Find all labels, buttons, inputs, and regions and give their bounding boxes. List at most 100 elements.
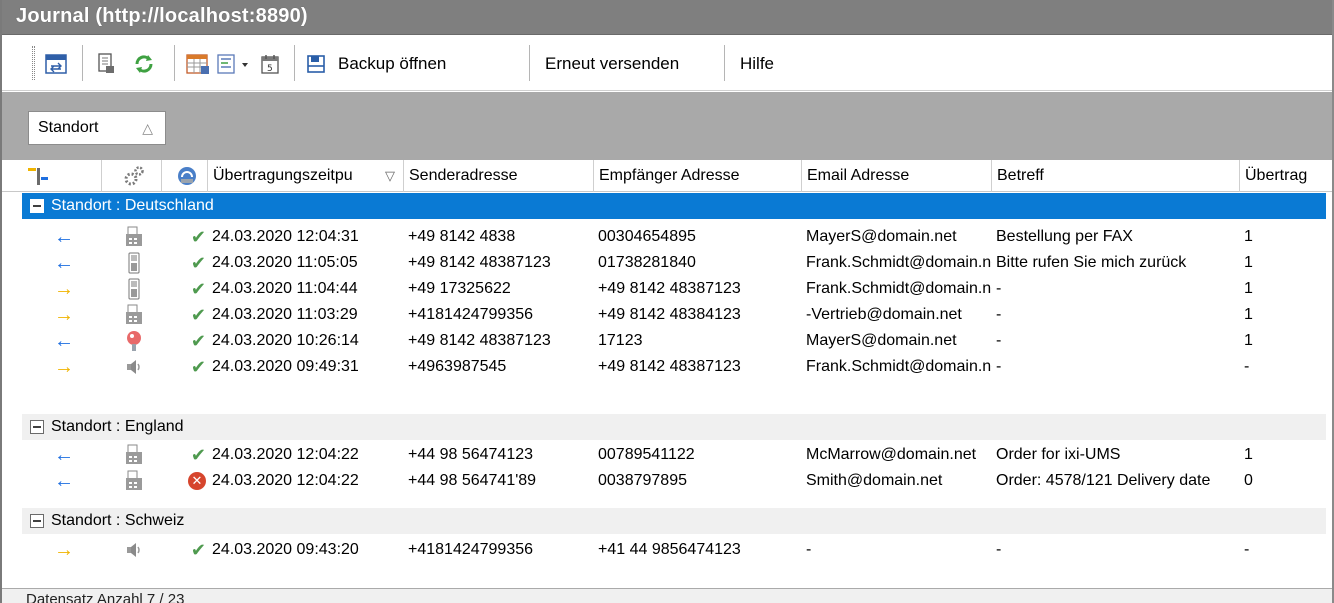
collapse-toggle-icon[interactable] <box>30 514 44 528</box>
group-by-chip-label: Standort <box>38 119 99 136</box>
cell-subject: - <box>996 541 1002 558</box>
cell-email: McMarrow@domain.net <box>806 446 977 463</box>
cell-transfer: - <box>1244 541 1250 558</box>
cell-subject: - <box>996 358 1002 375</box>
success-check-icon: ✔ <box>190 278 206 299</box>
collapse-toggle-icon[interactable] <box>30 199 44 213</box>
sync-icon[interactable] <box>130 48 158 80</box>
toolbar: 5 Backup öffnen Erneut versenden Hilfe <box>2 36 1332 91</box>
incoming-arrow-icon: ← <box>54 329 74 352</box>
calendar-icon[interactable]: 5 <box>256 48 284 80</box>
table-row[interactable]: → ✔ 24.03.2020 09:49:31 +4963987545 +49 8142… <box>22 354 1326 380</box>
table-row[interactable]: → ✔ 24.03.2020 11:04:44 +49 17325622 +49 814… <box>22 276 1326 302</box>
group-row-label: Standort : England <box>51 418 184 435</box>
group-row-label: Standort : Deutschland <box>51 197 214 214</box>
cell-recipient: +41 44 9856474123 <box>598 541 741 558</box>
outgoing-arrow-icon: → <box>54 303 74 326</box>
column-time[interactable]: Übertragungszeitpu ▽ <box>208 160 404 192</box>
column-recipient[interactable]: Empfänger Adresse <box>594 160 802 192</box>
incoming-arrow-icon: ← <box>54 469 74 492</box>
cell-recipient: +49 8142 48387123 <box>598 358 741 375</box>
cell-time: 24.03.2020 12:04:31 <box>212 228 359 245</box>
success-check-icon: ✔ <box>190 226 206 247</box>
cell-transfer: 1 <box>1244 446 1253 463</box>
title-bar: Journal (http://localhost:8890) <box>2 0 1332 35</box>
cell-time: 24.03.2020 12:04:22 <box>212 446 359 463</box>
success-check-icon: ✔ <box>190 330 206 351</box>
column-direction[interactable] <box>22 160 102 192</box>
cell-sender: +4963987545 <box>408 358 507 375</box>
group-row-england[interactable]: Standort : England <box>22 414 1326 440</box>
cell-transfer: 1 <box>1244 280 1253 297</box>
cell-subject: Order for ixi-UMS <box>996 446 1121 463</box>
cell-recipient: 17123 <box>598 332 643 349</box>
incoming-arrow-icon: ← <box>54 251 74 274</box>
sort-descending-icon: ▽ <box>385 168 395 183</box>
cell-recipient: 00304654895 <box>598 228 696 245</box>
cell-sender: +49 17325622 <box>408 280 511 297</box>
table-row[interactable]: ← ✔ 24.03.2020 11:05:05 +49 8142 48387123 01… <box>22 250 1326 276</box>
cell-transfer: 1 <box>1244 254 1253 271</box>
fax-device-icon <box>102 224 162 250</box>
cell-time: 24.03.2020 09:49:31 <box>212 358 359 375</box>
group-row-deutschland[interactable]: Standort : Deutschland <box>22 193 1326 219</box>
speaker-device-icon <box>102 354 162 380</box>
table-row[interactable]: → ✔ 24.03.2020 11:03:29 +4181424799356 +49 8… <box>22 302 1326 328</box>
cell-email: MayerS@domain.net <box>806 332 957 349</box>
cell-sender: +4181424799356 <box>408 306 534 323</box>
cell-time: 24.03.2020 11:05:05 <box>212 254 358 271</box>
window-title: Journal (http://localhost:8890) <box>16 5 308 27</box>
cell-time: 24.03.2020 11:03:29 <box>212 306 358 323</box>
fax-device-icon <box>102 468 162 494</box>
column-transfer[interactable]: Übertrag <box>1240 160 1332 192</box>
table-row[interactable]: ← ✔ 24.03.2020 12:04:22 +44 98 56474123 0078… <box>22 442 1326 468</box>
cell-recipient: 01738281840 <box>598 254 696 271</box>
table-row[interactable]: ← ✔ 24.03.2020 10:26:14 +49 8142 48387123 17… <box>22 328 1326 354</box>
cell-transfer: 1 <box>1244 306 1253 323</box>
cell-email: - <box>806 541 812 558</box>
cell-time: 24.03.2020 12:04:22 <box>212 472 359 489</box>
cell-email: -Vertrieb@domain.net <box>806 306 962 323</box>
table-row[interactable]: → ✔ 24.03.2020 09:43:20 +4181424799356 +41 4… <box>22 537 1326 563</box>
table-row[interactable]: ← ✔ 24.03.2020 12:04:31 +49 8142 4838 003046… <box>22 224 1326 250</box>
cell-transfer: - <box>1244 358 1250 375</box>
cell-subject: Bitte rufen Sie mich zurück <box>996 254 1187 271</box>
cell-subject: Order: 4578/121 Delivery date <box>996 472 1211 489</box>
column-status[interactable] <box>162 160 208 192</box>
cell-recipient: +49 8142 48387123 <box>598 280 741 297</box>
column-email[interactable]: Email Adresse <box>802 160 992 192</box>
backup-open-button[interactable]: Backup öffnen <box>332 48 452 80</box>
help-button[interactable]: Hilfe <box>734 48 780 80</box>
group-by-chip-standort[interactable]: Standort △ <box>28 111 166 145</box>
list-icon[interactable] <box>214 48 256 80</box>
collapse-toggle-icon[interactable] <box>30 420 44 434</box>
incoming-arrow-icon: ← <box>54 443 74 466</box>
group-row-schweiz[interactable]: Standort : Schweiz <box>22 508 1326 534</box>
cell-sender: +44 98 564741'89 <box>408 472 537 489</box>
backup-icon[interactable] <box>302 48 330 80</box>
fax-device-icon <box>102 442 162 468</box>
speaker-device-icon <box>102 537 162 563</box>
mobile-device-icon <box>102 250 162 276</box>
cell-subject: - <box>996 280 1002 297</box>
status-column-icon <box>178 167 196 185</box>
column-sender[interactable]: Senderadresse <box>404 160 594 192</box>
column-device[interactable] <box>102 160 162 192</box>
cell-email: Frank.Schmidt@domain.net <box>806 358 992 375</box>
fax-device-icon <box>102 302 162 328</box>
cell-recipient: +49 8142 48384123 <box>598 306 741 323</box>
print-icon[interactable] <box>92 48 120 80</box>
outgoing-arrow-icon: → <box>54 538 74 561</box>
cell-time: 24.03.2020 09:43:20 <box>212 541 359 558</box>
refresh-view-icon[interactable] <box>42 48 70 80</box>
cell-sender: +49 8142 4838 <box>408 228 516 245</box>
group-by-panel: Standort △ <box>2 92 1332 160</box>
table-row[interactable]: ← ✕ 24.03.2020 12:04:22 +44 98 564741'89 003… <box>22 468 1326 494</box>
resend-button[interactable]: Erneut versenden <box>539 48 685 80</box>
status-text: Datensatz Anzahl 7 / 23 <box>26 591 185 603</box>
column-subject[interactable]: Betreff <box>992 160 1240 192</box>
cell-transfer: 1 <box>1244 332 1253 349</box>
grid-layout-icon[interactable] <box>184 48 212 80</box>
toolbar-grip[interactable] <box>32 46 35 80</box>
cell-subject: - <box>996 306 1002 323</box>
